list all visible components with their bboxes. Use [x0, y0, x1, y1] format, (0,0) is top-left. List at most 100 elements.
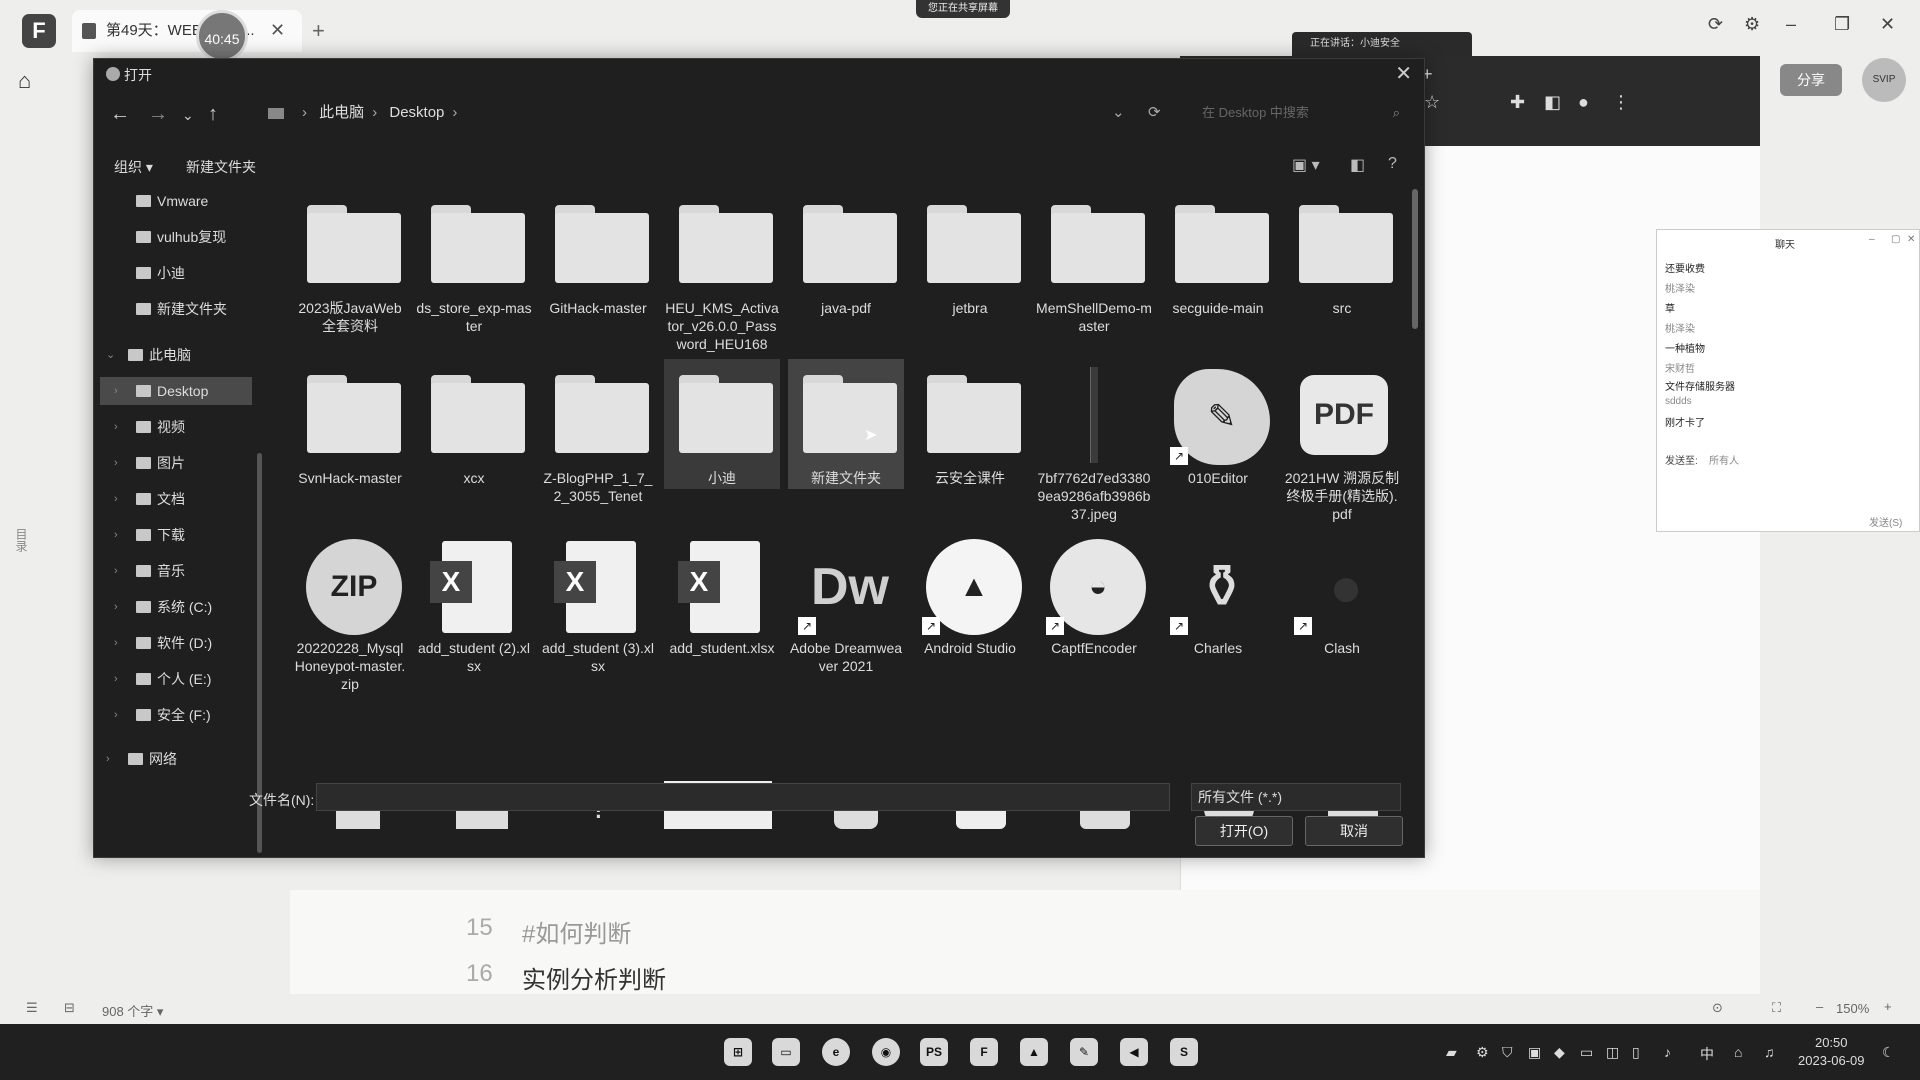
app-logo-icon[interactable]: F — [22, 14, 56, 48]
document-editor[interactable]: 15 #如何判断 16 实例分析判断 — [290, 890, 1760, 1000]
address-bar[interactable]: › 此电脑 › Desktop › ⌄ ⟳ — [254, 97, 1184, 129]
back-icon[interactable]: ← — [110, 103, 130, 126]
chevron-right-icon[interactable]: › — [114, 665, 118, 693]
image-file-item[interactable]: 7bf7762d7ed33809ea9286afb3986b37.jpeg — [1036, 365, 1152, 527]
nav-item-desktop[interactable]: › Desktop — [100, 377, 252, 405]
forward-icon[interactable]: → — [148, 103, 168, 126]
doc-line[interactable]: 实例分析判断 — [522, 960, 666, 995]
nav-item-vulhub[interactable]: vulhub复现 — [136, 223, 226, 251]
folder-item[interactable]: xcx — [416, 365, 532, 527]
shortcut-item[interactable]: ✎ ↗ 010Editor — [1160, 365, 1276, 527]
nav-item-downloads[interactable]: › 下载 — [114, 521, 185, 549]
extensions-icon[interactable]: ✚ — [1510, 92, 1525, 113]
chevron-right-icon[interactable]: › — [114, 485, 118, 513]
nav-item-videos[interactable]: › 视频 — [114, 413, 185, 441]
folder-item[interactable]: ds_store_exp-master — [416, 195, 532, 357]
new-tab-icon[interactable]: + — [312, 18, 325, 44]
chevron-right-icon[interactable]: › — [114, 629, 118, 657]
send-to-select[interactable]: 所有人 — [1709, 452, 1739, 467]
up-icon[interactable]: ↑ — [208, 103, 218, 126]
ruler-icon[interactable]: ⊟ — [64, 1000, 75, 1016]
address-dropdown-icon[interactable]: ⌄ — [1112, 97, 1125, 129]
menu-icon[interactable]: ⋮ — [1612, 92, 1630, 113]
file-explorer-icon[interactable]: ▭ — [772, 1038, 800, 1066]
nav-item-drive-f[interactable]: › 安全 (F:) — [114, 701, 211, 729]
tab-close-icon[interactable]: ✕ — [270, 20, 285, 41]
tray-mic-icon[interactable]: ♪ — [1664, 1044, 1671, 1060]
folder-item[interactable]: 云安全课件 — [912, 365, 1028, 527]
pdf-file-item[interactable]: PDF 2021HW 溯源反制终极手册(精选版).pdf — [1284, 365, 1400, 527]
file-grid-scrollbar[interactable] — [1412, 189, 1418, 329]
nav-item-drive-e[interactable]: › 个人 (E:) — [114, 665, 211, 693]
cancel-button[interactable]: 取消 — [1305, 816, 1403, 846]
outline-label[interactable]: 目录 — [10, 528, 30, 552]
nav-item-xiaodi[interactable]: 小迪 — [136, 259, 185, 287]
nav-item-drive-d[interactable]: › 软件 (D:) — [114, 629, 212, 657]
phpstorm-icon[interactable]: PS — [920, 1038, 948, 1066]
nav-item-this-pc[interactable]: ⌄ 此电脑 — [106, 341, 191, 369]
network-icon[interactable]: ⌂ — [1734, 1044, 1742, 1060]
settings-icon[interactable]: ⚙ — [1744, 14, 1760, 35]
recent-locations-icon[interactable]: ⌄ — [182, 107, 194, 124]
open-button[interactable]: 打开(O) — [1195, 816, 1293, 846]
help-icon[interactable]: ? — [1388, 155, 1397, 173]
sublime-icon[interactable]: S — [1170, 1038, 1198, 1066]
dialog-close-icon[interactable]: ✕ — [1395, 61, 1412, 86]
window-close-icon[interactable]: ✕ — [1880, 14, 1895, 35]
search-input[interactable]: 在 Desktop 中搜索 ⌕ — [1192, 97, 1408, 129]
shortcut-item[interactable]: ⚱ ↗ Charles — [1160, 535, 1276, 697]
zoom-out-icon[interactable]: – — [1816, 999, 1823, 1014]
chevron-right-icon[interactable]: › — [114, 413, 118, 441]
chevron-right-icon[interactable]: › — [114, 557, 118, 585]
folder-item[interactable]: secguide-main — [1160, 195, 1276, 357]
chevron-right-icon[interactable]: › — [114, 377, 118, 405]
chevron-down-icon[interactable]: ⌄ — [106, 341, 115, 369]
tray-app-icon[interactable]: ◆ — [1554, 1044, 1565, 1061]
ime-indicator[interactable]: 中 — [1700, 1044, 1714, 1064]
svip-avatar[interactable]: SVIP — [1862, 58, 1906, 102]
folder-item[interactable]: Z-BlogPHP_1_7_2_3055_Tenet — [540, 365, 656, 527]
zip-file-item[interactable]: ZIP 20220228_MysqlHoneypot-master.zip — [292, 535, 408, 697]
shortcut-item[interactable]: ● ↗ Clash — [1284, 535, 1400, 697]
app-icon[interactable]: F — [970, 1038, 998, 1066]
taskbar-clock[interactable]: 20:50 2023-06-09 — [1798, 1034, 1865, 1070]
shortcut-item[interactable]: ▲ ↗ Android Studio — [912, 535, 1028, 697]
breadcrumb-desktop[interactable]: Desktop — [389, 104, 444, 121]
organize-menu[interactable]: 组织 ▾ — [114, 157, 153, 177]
folder-item[interactable]: SvnHack-master — [292, 365, 408, 527]
list-icon[interactable]: ☰ — [26, 1000, 38, 1016]
preview-pane-icon[interactable]: ◧ — [1350, 155, 1365, 175]
volume-icon[interactable]: ♫ — [1764, 1044, 1775, 1060]
tray-monitor-icon[interactable]: ▭ — [1580, 1044, 1593, 1061]
folder-item-hovered[interactable]: 新建文件夹 ➤ — [788, 359, 904, 489]
home-icon[interactable]: ⌂ — [18, 68, 31, 94]
nav-item-drive-c[interactable]: › 系统 (C:) — [114, 593, 212, 621]
folder-item[interactable]: jetbra — [912, 195, 1028, 357]
shortcut-item[interactable]: Dw ↗ Adobe Dreamweaver 2021 — [788, 535, 904, 697]
edge-icon[interactable]: e — [822, 1038, 850, 1066]
chat-maximize-icon[interactable]: ▢ — [1891, 234, 1900, 245]
vscode-icon[interactable]: ◀ — [1120, 1038, 1148, 1066]
doc-line[interactable]: #如何判断 — [522, 914, 631, 949]
new-folder-button[interactable]: 新建文件夹 — [186, 157, 256, 177]
tray-shield-icon[interactable]: ⛉ — [1502, 1044, 1513, 1061]
nav-item-documents[interactable]: › 文档 — [114, 485, 185, 513]
tools-icon[interactable]: ✎ — [1070, 1038, 1098, 1066]
maximize-icon[interactable]: ❐ — [1834, 14, 1850, 35]
minimize-icon[interactable]: – — [1786, 14, 1796, 35]
notification-icon[interactable]: ☾ — [1882, 1044, 1895, 1061]
tray-app-icon[interactable]: ▰ — [1446, 1044, 1457, 1061]
nav-item-new-folder[interactable]: 新建文件夹 — [136, 295, 227, 323]
folder-item[interactable]: MemShellDemo-master — [1036, 195, 1152, 357]
shortcut-item[interactable]: ◒ ↗ CaptfEncoder — [1036, 535, 1152, 697]
fullscreen-icon[interactable]: ⛶ — [1772, 1000, 1781, 1016]
xlsx-file-item[interactable]: Xadd_student (3).xlsx — [540, 535, 656, 697]
chevron-right-icon[interactable]: › — [114, 701, 118, 729]
meeting-icon[interactable]: ▲ — [1020, 1038, 1048, 1066]
profile-icon[interactable]: ● — [1578, 92, 1589, 113]
chat-minimize-icon[interactable]: – — [1869, 234, 1875, 245]
nav-item-network[interactable]: › 网络 — [106, 745, 177, 773]
chevron-right-icon[interactable]: › — [106, 745, 110, 773]
sidebar-icon[interactable]: ◧ — [1544, 92, 1561, 113]
start-icon[interactable]: ⊞ — [724, 1038, 752, 1066]
